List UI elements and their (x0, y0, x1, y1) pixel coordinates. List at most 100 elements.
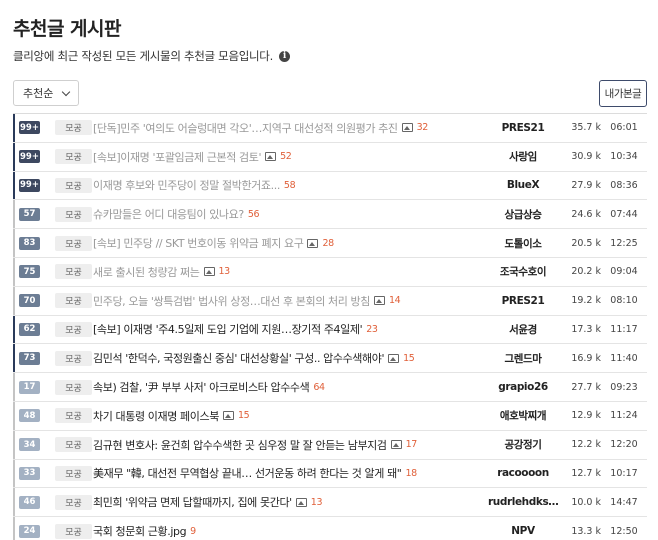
comment-count[interactable]: 64 (313, 382, 325, 393)
post-author[interactable]: 상급상승 (488, 207, 558, 222)
category-badge[interactable]: 모공 (55, 293, 92, 309)
post-title[interactable]: 슈카맘들은 어디 대응팀이 있나요? (93, 206, 244, 222)
table-row[interactable]: 70 모공 민주당, 오늘 '쌍특검법' 법사위 상정…대선 후 본회의 처리 방침… (13, 286, 647, 316)
post-title-cell[interactable]: 김민석 '한덕수, 국정원출신 중심' 대선상황실' 구성.. 압수수색해야' 1… (93, 350, 478, 366)
table-row[interactable]: 33 모공 美재무 "韓, 대선전 무역협상 끝내… 선거운동 하려 한다는 것 알… (13, 459, 647, 489)
comment-count[interactable]: 58 (284, 180, 296, 191)
comment-count[interactable]: 28 (322, 238, 334, 249)
category-badge[interactable]: 모공 (55, 321, 92, 337)
post-author[interactable]: grapio26 (488, 381, 558, 393)
post-title-cell[interactable]: 차기 대통령 이재명 페이스북 15 (93, 408, 478, 424)
comment-count[interactable]: 14 (389, 295, 401, 306)
post-title-cell[interactable]: 속보) 검찰, '尹 부부 사저' 아크로비스타 압수수색 64 (93, 379, 478, 395)
category-badge[interactable]: 모공 (55, 523, 92, 539)
comment-count[interactable]: 9 (190, 526, 196, 537)
category-badge[interactable]: 모공 (55, 379, 92, 395)
table-row[interactable]: 73 모공 김민석 '한덕수, 국정원출신 중심' 대선상황실' 구성.. 압수수색… (13, 344, 647, 374)
post-title-cell[interactable]: [속보] 이재명 '주4.5일제 도입 기업에 지원…장기적 주4일제' 23 (93, 321, 478, 337)
post-title-cell[interactable]: 김규현 변호사: 윤건희 압수수색한 곳 심우정 말 잘 안듣는 남부지검 17 (93, 437, 478, 453)
post-title[interactable]: 최민희 '위약금 면제 답할때까지, 집에 못간다' (93, 494, 292, 510)
post-title[interactable]: 이재명 후보와 민주당이 정말 절박한거죠... (93, 177, 280, 193)
post-author[interactable]: NPV (488, 525, 558, 537)
comment-count[interactable]: 32 (417, 122, 429, 133)
comment-count[interactable]: 13 (311, 497, 323, 508)
comment-count[interactable]: 13 (219, 266, 231, 277)
recommend-count-badge: 48 (19, 409, 40, 423)
post-title[interactable]: [속보] 민주당 // SKT 번호이동 위약금 폐지 요구 (93, 235, 304, 251)
category-badge[interactable]: 모공 (55, 206, 92, 222)
category-badge[interactable]: 모공 (55, 494, 92, 510)
sort-select[interactable]: 추천순 (13, 80, 79, 106)
post-author[interactable]: 사랑임 (488, 149, 558, 164)
post-author[interactable]: PRES21 (488, 295, 558, 307)
post-author[interactable]: BlueX (488, 179, 558, 191)
category-badge[interactable]: 모공 (55, 264, 92, 280)
recommend-count-badge: 83 (19, 236, 40, 250)
post-title-cell[interactable]: 이재명 후보와 민주당이 정말 절박한거죠... 58 (93, 177, 478, 193)
table-row[interactable]: 62 모공 [속보] 이재명 '주4.5일제 도입 기업에 지원…장기적 주4일제'… (13, 315, 647, 345)
comment-count[interactable]: 18 (405, 468, 417, 479)
post-title-cell[interactable]: 국회 청문회 근황.jpg 9 (93, 523, 478, 539)
table-row[interactable]: 17 모공 속보) 검찰, '尹 부부 사저' 아크로비스타 압수수색 64 grapi… (13, 373, 647, 402)
table-row[interactable]: 34 모공 김규현 변호사: 윤건희 압수수색한 곳 심우정 말 잘 안듣는 남부지… (13, 430, 647, 460)
post-title[interactable]: 민주당, 오늘 '쌍특검법' 법사위 상정…대선 후 본회의 처리 방침 (93, 293, 370, 309)
post-title[interactable]: [단독]민주 '여의도 어슬렁대면 각오'…지역구 대선성적 의원평가 추진 (93, 120, 398, 136)
post-title-cell[interactable]: 민주당, 오늘 '쌍특검법' 법사위 상정…대선 후 본회의 처리 방침 14 (93, 293, 478, 309)
my-posts-button[interactable]: 내가본글 (599, 80, 647, 107)
post-author[interactable]: PRES21 (488, 122, 558, 134)
table-row[interactable]: 24 모공 국회 청문회 근황.jpg 9 NPV 13.3 k 12:50 (13, 517, 647, 540)
post-title-cell[interactable]: 슈카맘들은 어디 대응팀이 있나요? 56 (93, 206, 478, 222)
post-title[interactable]: 차기 대통령 이재명 페이스북 (93, 408, 219, 424)
table-row[interactable]: 57 모공 슈카맘들은 어디 대응팀이 있나요? 56 상급상승 24.6 k 07:44 (13, 200, 647, 230)
post-author[interactable]: 공강정기 (488, 437, 558, 452)
post-title-cell[interactable]: [속보] 민주당 // SKT 번호이동 위약금 폐지 요구 28 (93, 235, 478, 251)
comment-count[interactable]: 17 (406, 439, 418, 450)
post-author[interactable]: 조국수호이 (488, 264, 558, 279)
post-author[interactable]: 도톨이소 (488, 236, 558, 251)
info-icon[interactable]: i (278, 50, 290, 62)
category-badge[interactable]: 모공 (55, 437, 92, 453)
post-title-cell[interactable]: 새로 출시된 청량감 쩌는 13 (93, 264, 478, 280)
post-title[interactable]: 美재무 "韓, 대선전 무역협상 끝내… 선거운동 하려 한다는 것 알게 돼" (93, 465, 402, 481)
category-badge[interactable]: 모공 (55, 149, 92, 165)
post-title[interactable]: 김민석 '한덕수, 국정원출신 중심' 대선상황실' 구성.. 압수수색해야' (93, 350, 384, 366)
post-title-cell[interactable]: [속보]이재명 '포괄임금제 근본적 검토' 52 (93, 149, 478, 165)
table-row[interactable]: 46 모공 최민희 '위약금 면제 답할때까지, 집에 못간다' 13 rudrlehd… (13, 488, 647, 518)
image-icon (203, 267, 215, 277)
comment-count[interactable]: 15 (403, 353, 415, 364)
table-row[interactable]: 48 모공 차기 대통령 이재명 페이스북 15 애호박찌개 12.9 k 11:24 (13, 401, 647, 431)
table-row[interactable]: 99+ 모공 [속보]이재명 '포괄임금제 근본적 검토' 52 사랑임 30.9 k 10… (13, 142, 647, 172)
table-row[interactable]: 83 모공 [속보] 민주당 // SKT 번호이동 위약금 폐지 요구 28 도톨이소… (13, 229, 647, 258)
category-badge[interactable]: 모공 (55, 120, 92, 136)
post-title[interactable]: [속보]이재명 '포괄임금제 근본적 검토' (93, 149, 262, 165)
table-row[interactable]: 99+ 모공 [단독]민주 '여의도 어슬렁대면 각오'…지역구 대선성적 의원평가… (13, 114, 647, 143)
table-row[interactable]: 99+ 모공 이재명 후보와 민주당이 정말 절박한거죠... 58 BlueX 27.9… (13, 171, 647, 201)
category-badge[interactable]: 모공 (55, 177, 92, 193)
post-title[interactable]: [속보] 이재명 '주4.5일제 도입 기업에 지원…장기적 주4일제' (93, 321, 363, 337)
table-row[interactable]: 75 모공 새로 출시된 청량감 쩌는 13 조국수호이 20.2 k 09:04 (13, 257, 647, 287)
post-author[interactable]: 그렌드마 (488, 351, 558, 366)
post-title-cell[interactable]: 美재무 "韓, 대선전 무역협상 끝내… 선거운동 하려 한다는 것 알게 돼"… (93, 465, 478, 481)
post-author[interactable]: rudrlehdks… (488, 496, 558, 508)
chevron-down-icon (61, 87, 71, 97)
category-badge[interactable]: 모공 (55, 465, 92, 481)
post-title-cell[interactable]: [단독]민주 '여의도 어슬렁대면 각오'…지역구 대선성적 의원평가 추진 32 (93, 120, 478, 136)
post-author[interactable]: 애호박찌개 (488, 408, 558, 423)
category-badge[interactable]: 모공 (55, 350, 92, 366)
view-count: 16.9 k (571, 352, 601, 364)
category-badge[interactable]: 모공 (55, 408, 92, 424)
category-badge[interactable]: 모공 (55, 235, 92, 251)
post-title[interactable]: 속보) 검찰, '尹 부부 사저' 아크로비스타 압수수색 (93, 379, 310, 395)
comment-count[interactable]: 56 (248, 209, 260, 220)
post-title[interactable]: 새로 출시된 청량감 쩌는 (93, 264, 200, 280)
post-title-cell[interactable]: 최민희 '위약금 면제 답할때까지, 집에 못간다' 13 (93, 494, 478, 510)
comment-count[interactable]: 23 (366, 324, 378, 335)
post-author[interactable]: racoooon (488, 467, 558, 479)
post-author[interactable]: 서윤경 (488, 322, 558, 337)
comment-count[interactable]: 15 (238, 410, 250, 421)
post-time: 10:34 (610, 151, 638, 163)
post-title[interactable]: 김규현 변호사: 윤건희 압수수색한 곳 심우정 말 잘 안듣는 남부지검 (93, 437, 387, 453)
post-time: 12:20 (610, 439, 638, 451)
comment-count[interactable]: 52 (280, 151, 292, 162)
post-title[interactable]: 국회 청문회 근황.jpg (93, 523, 187, 539)
